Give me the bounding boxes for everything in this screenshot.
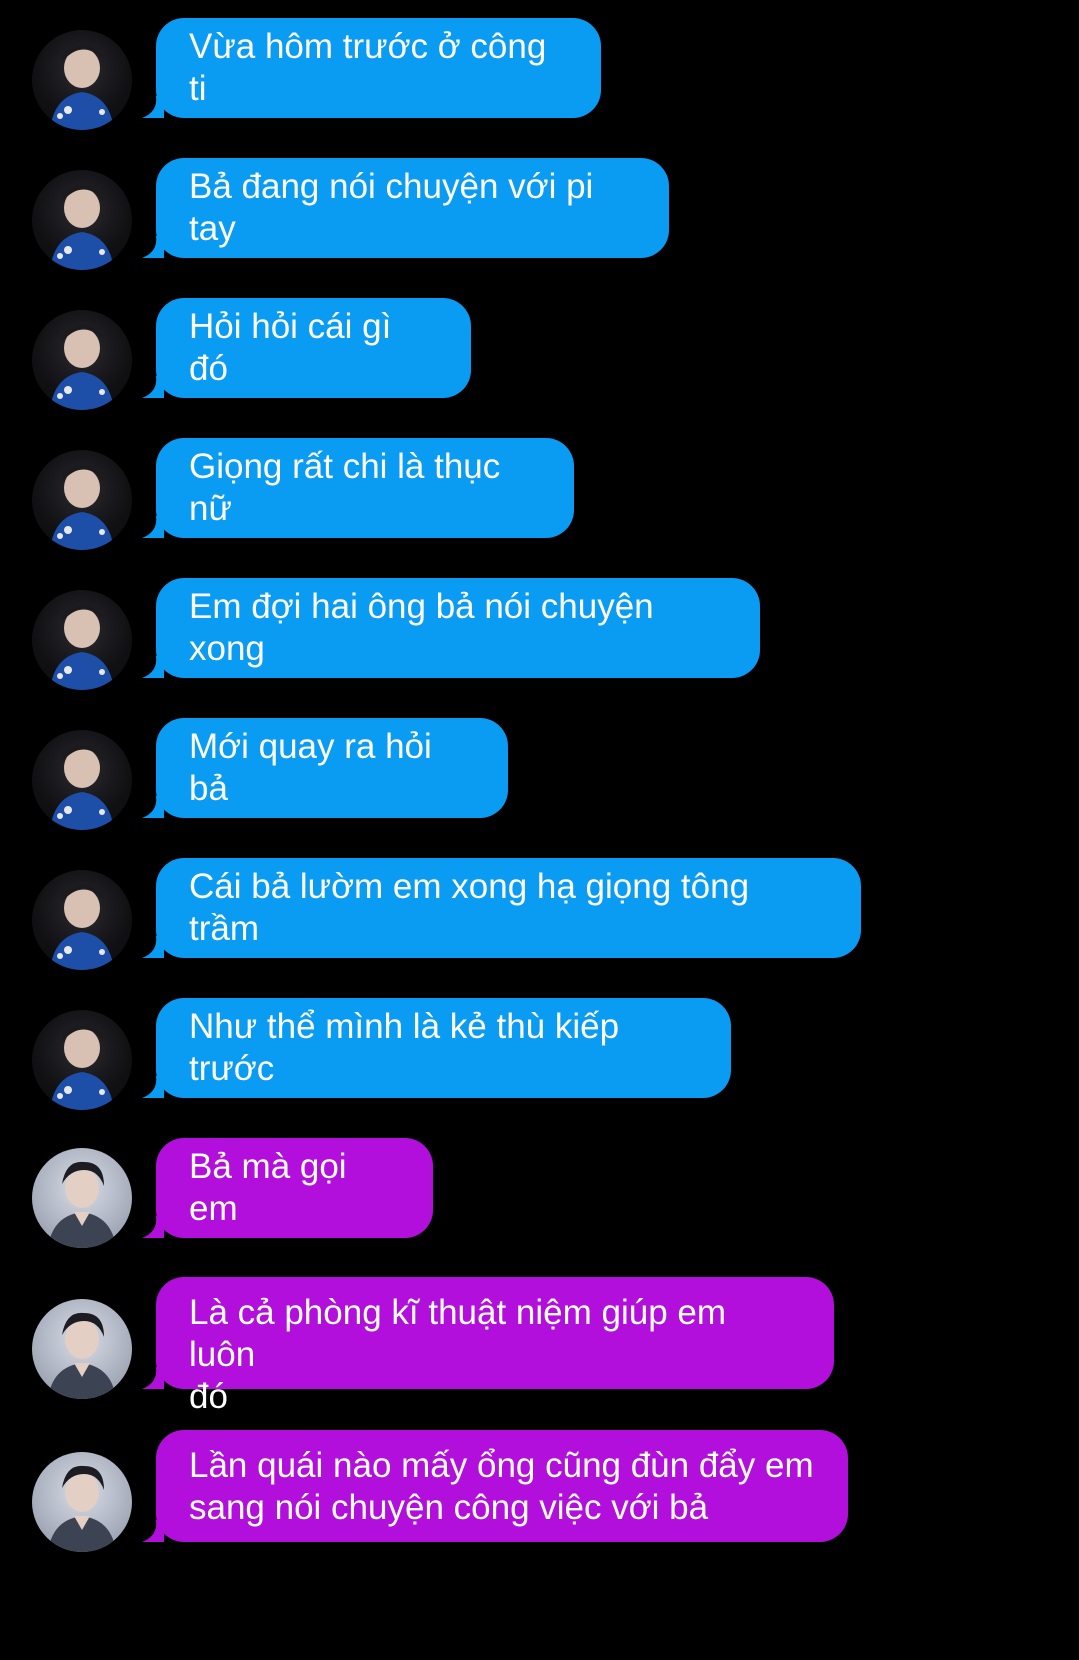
message-row: Là cả phòng kĩ thuật niệm giúp em luôn đ… — [0, 1277, 1079, 1416]
message-row: Hỏi hỏi cái gì đó — [0, 298, 1079, 410]
chat-thread[interactable]: Vừa hôm trước ở công ti Bả đang nói chuy… — [0, 0, 1079, 1660]
message-bubble[interactable]: Hỏi hỏi cái gì đó — [156, 298, 471, 398]
message-bubble-wrap: Em đợi hai ông bả nói chuyện xong — [142, 578, 762, 678]
person-avatar-icon — [50, 45, 114, 130]
message-row: Vừa hôm trước ở công ti — [0, 18, 1079, 130]
message-bubble[interactable]: Là cả phòng kĩ thuật niệm giúp em luôn đ… — [156, 1277, 834, 1416]
message-bubble-wrap: Vừa hôm trước ở công ti — [142, 18, 602, 118]
message-row: Như thể mình là kẻ thù kiếp trước — [0, 998, 1079, 1110]
person-avatar-icon — [48, 1465, 116, 1552]
message-bubble-wrap: Bả mà gọi em — [142, 1138, 434, 1238]
message-bubble-wrap: Là cả phòng kĩ thuật niệm giúp em luôn đ… — [142, 1277, 836, 1416]
message-bubble-wrap: Cái bả lườm em xong hạ giọng tông trầm — [142, 858, 864, 958]
message-bubble-wrap: Giọng rất chi là thục nữ — [142, 438, 577, 538]
person-avatar-icon — [50, 1025, 114, 1110]
message-bubble-wrap: Như thể mình là kẻ thù kiếp trước — [142, 998, 734, 1098]
person-avatar-icon — [50, 465, 114, 550]
message-bubble[interactable]: Cái bả lườm em xong hạ giọng tông trầm — [156, 858, 861, 958]
avatar[interactable] — [32, 1299, 132, 1399]
message-row: Em đợi hai ông bả nói chuyện xong — [0, 578, 1079, 690]
message-row: Giọng rất chi là thục nữ — [0, 438, 1079, 550]
avatar[interactable] — [32, 590, 132, 690]
avatar[interactable] — [32, 1452, 132, 1552]
message-bubble[interactable]: Bả đang nói chuyện với pi tay — [156, 158, 669, 258]
message-bubble[interactable]: Em đợi hai ông bả nói chuyện xong — [156, 578, 760, 678]
message-bubble[interactable]: Giọng rất chi là thục nữ — [156, 438, 574, 538]
avatar[interactable] — [32, 450, 132, 550]
message-row: Lần quái nào mấy ổng cũng đùn đẩy em san… — [0, 1430, 1079, 1552]
message-bubble[interactable]: Lần quái nào mấy ổng cũng đùn đẩy em san… — [156, 1430, 848, 1542]
person-avatar-icon — [50, 325, 114, 410]
avatar[interactable] — [32, 310, 132, 410]
message-bubble[interactable]: Vừa hôm trước ở công ti — [156, 18, 601, 118]
person-avatar-icon — [48, 1161, 116, 1248]
message-row: Bả mà gọi em — [0, 1138, 1079, 1248]
message-bubble[interactable]: Như thể mình là kẻ thù kiếp trước — [156, 998, 731, 1098]
message-bubble[interactable]: Mới quay ra hỏi bả — [156, 718, 508, 818]
avatar[interactable] — [32, 170, 132, 270]
avatar[interactable] — [32, 1010, 132, 1110]
message-bubble-wrap: Mới quay ra hỏi bả — [142, 718, 510, 818]
person-avatar-icon — [48, 1312, 116, 1399]
person-avatar-icon — [50, 185, 114, 270]
message-bubble-wrap: Hỏi hỏi cái gì đó — [142, 298, 472, 398]
avatar[interactable] — [32, 30, 132, 130]
message-row: Cái bả lườm em xong hạ giọng tông trầm — [0, 858, 1079, 970]
avatar[interactable] — [32, 1148, 132, 1248]
message-bubble[interactable]: Bả mà gọi em — [156, 1138, 433, 1238]
person-avatar-icon — [50, 745, 114, 830]
message-bubble-wrap: Lần quái nào mấy ổng cũng đùn đẩy em san… — [142, 1430, 850, 1542]
person-avatar-icon — [50, 885, 114, 970]
person-avatar-icon — [50, 605, 114, 690]
avatar[interactable] — [32, 870, 132, 970]
message-row: Mới quay ra hỏi bả — [0, 718, 1079, 830]
message-row: Bả đang nói chuyện với pi tay — [0, 158, 1079, 270]
message-bubble-wrap: Bả đang nói chuyện với pi tay — [142, 158, 672, 258]
avatar[interactable] — [32, 730, 132, 830]
